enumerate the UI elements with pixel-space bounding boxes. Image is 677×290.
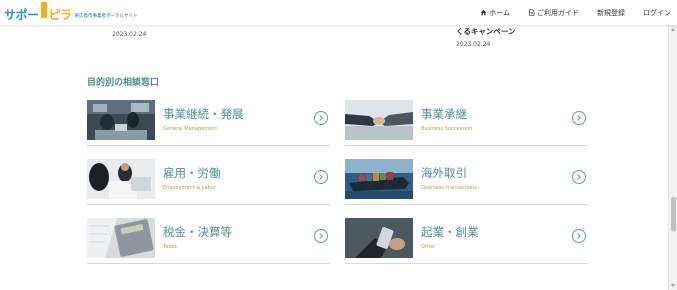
site-logo[interactable]: サポー ピラ 東広島市事業者ポータルサイト — [4, 2, 138, 23]
chevron-right-icon[interactable] — [572, 229, 586, 243]
chevron-right-icon[interactable] — [314, 229, 328, 243]
handshake-photo — [345, 100, 413, 140]
logo-tower-icon — [40, 2, 47, 18]
card-subtitle: Employment & Labor — [163, 185, 216, 191]
scroll-down-arrow-icon[interactable] — [671, 284, 675, 287]
card-title: 事業継続・発展 — [163, 107, 244, 121]
nav-guide[interactable]: ご利用ガイド — [528, 8, 579, 18]
nav-home[interactable]: ホーム — [480, 8, 510, 18]
logo-subtitle: 東広島市事業者ポータルサイト — [74, 13, 138, 19]
office-meeting-photo — [87, 100, 155, 140]
consult-card-overseas-transactions[interactable]: 海外取引 Overseas transactions — [345, 157, 588, 205]
page: サポー ピラ 東広島市事業者ポータルサイト ホーム ご利用ガイド 新規登録 ログイ… — [0, 0, 677, 290]
news-title-right[interactable]: くるキャンペーン — [456, 26, 515, 37]
chevron-right-icon[interactable] — [572, 111, 586, 125]
card-title: 起業・創業 — [421, 225, 479, 239]
nav-register-label: 新規登録 — [597, 8, 625, 17]
consult-card-startup[interactable]: 起業・創業 Other — [345, 216, 588, 264]
chevron-right-icon[interactable] — [314, 170, 328, 184]
home-icon — [480, 9, 487, 16]
header-nav: ホーム ご利用ガイド 新規登録 ログイン — [480, 0, 671, 25]
chevron-right-icon[interactable] — [572, 170, 586, 184]
scrollbar-thumb[interactable] — [671, 197, 676, 231]
news-date-left: 2023.02.24 — [112, 31, 147, 38]
card-subtitle: Overseas transactions — [421, 185, 477, 191]
calculator-photo — [87, 218, 155, 258]
consult-card-business-succession[interactable]: 事業承継 Business Succession — [345, 98, 588, 146]
logo-wordmark: サポー ピラ — [4, 2, 73, 23]
smartphone-photo — [345, 218, 413, 258]
chevron-right-icon[interactable] — [314, 111, 328, 125]
card-title: 雇用・労働 — [163, 166, 221, 180]
team-discussion-photo — [87, 159, 155, 199]
container-ship-photo — [345, 159, 413, 199]
card-title: 税金・決算等 — [163, 225, 232, 239]
card-subtitle: General Management — [163, 126, 218, 132]
card-subtitle: Taxes — [163, 244, 177, 250]
logo-text-accent: ピラ — [48, 8, 73, 22]
site-header: サポー ピラ 東広島市事業者ポータルサイト ホーム ご利用ガイド 新規登録 ログイ… — [0, 0, 677, 25]
scroll-up-arrow-icon[interactable] — [671, 28, 675, 31]
consult-card-general-management[interactable]: 事業継続・発展 General Management — [87, 98, 330, 146]
card-subtitle: Business Succession — [421, 126, 473, 132]
nav-login-label: ログイン — [643, 8, 671, 17]
consult-card-employment-labor[interactable]: 雇用・労働 Employment & Labor — [87, 157, 330, 205]
logo-text-main: サポー — [4, 8, 39, 22]
document-icon — [529, 9, 535, 16]
consult-card-taxes[interactable]: 税金・決算等 Taxes — [87, 216, 330, 264]
card-title: 事業承継 — [421, 107, 467, 121]
section-heading: 目的別の相談窓口 — [87, 78, 160, 88]
card-title: 海外取引 — [421, 166, 467, 180]
card-subtitle: Other — [421, 244, 436, 250]
news-date-right: 2023.02.24 — [456, 41, 491, 48]
nav-home-label: ホーム — [489, 8, 510, 17]
page-scrollbar[interactable] — [668, 25, 677, 290]
nav-login[interactable]: ログイン — [643, 8, 671, 18]
nav-register[interactable]: 新規登録 — [597, 8, 625, 18]
nav-guide-label: ご利用ガイド — [537, 8, 579, 17]
